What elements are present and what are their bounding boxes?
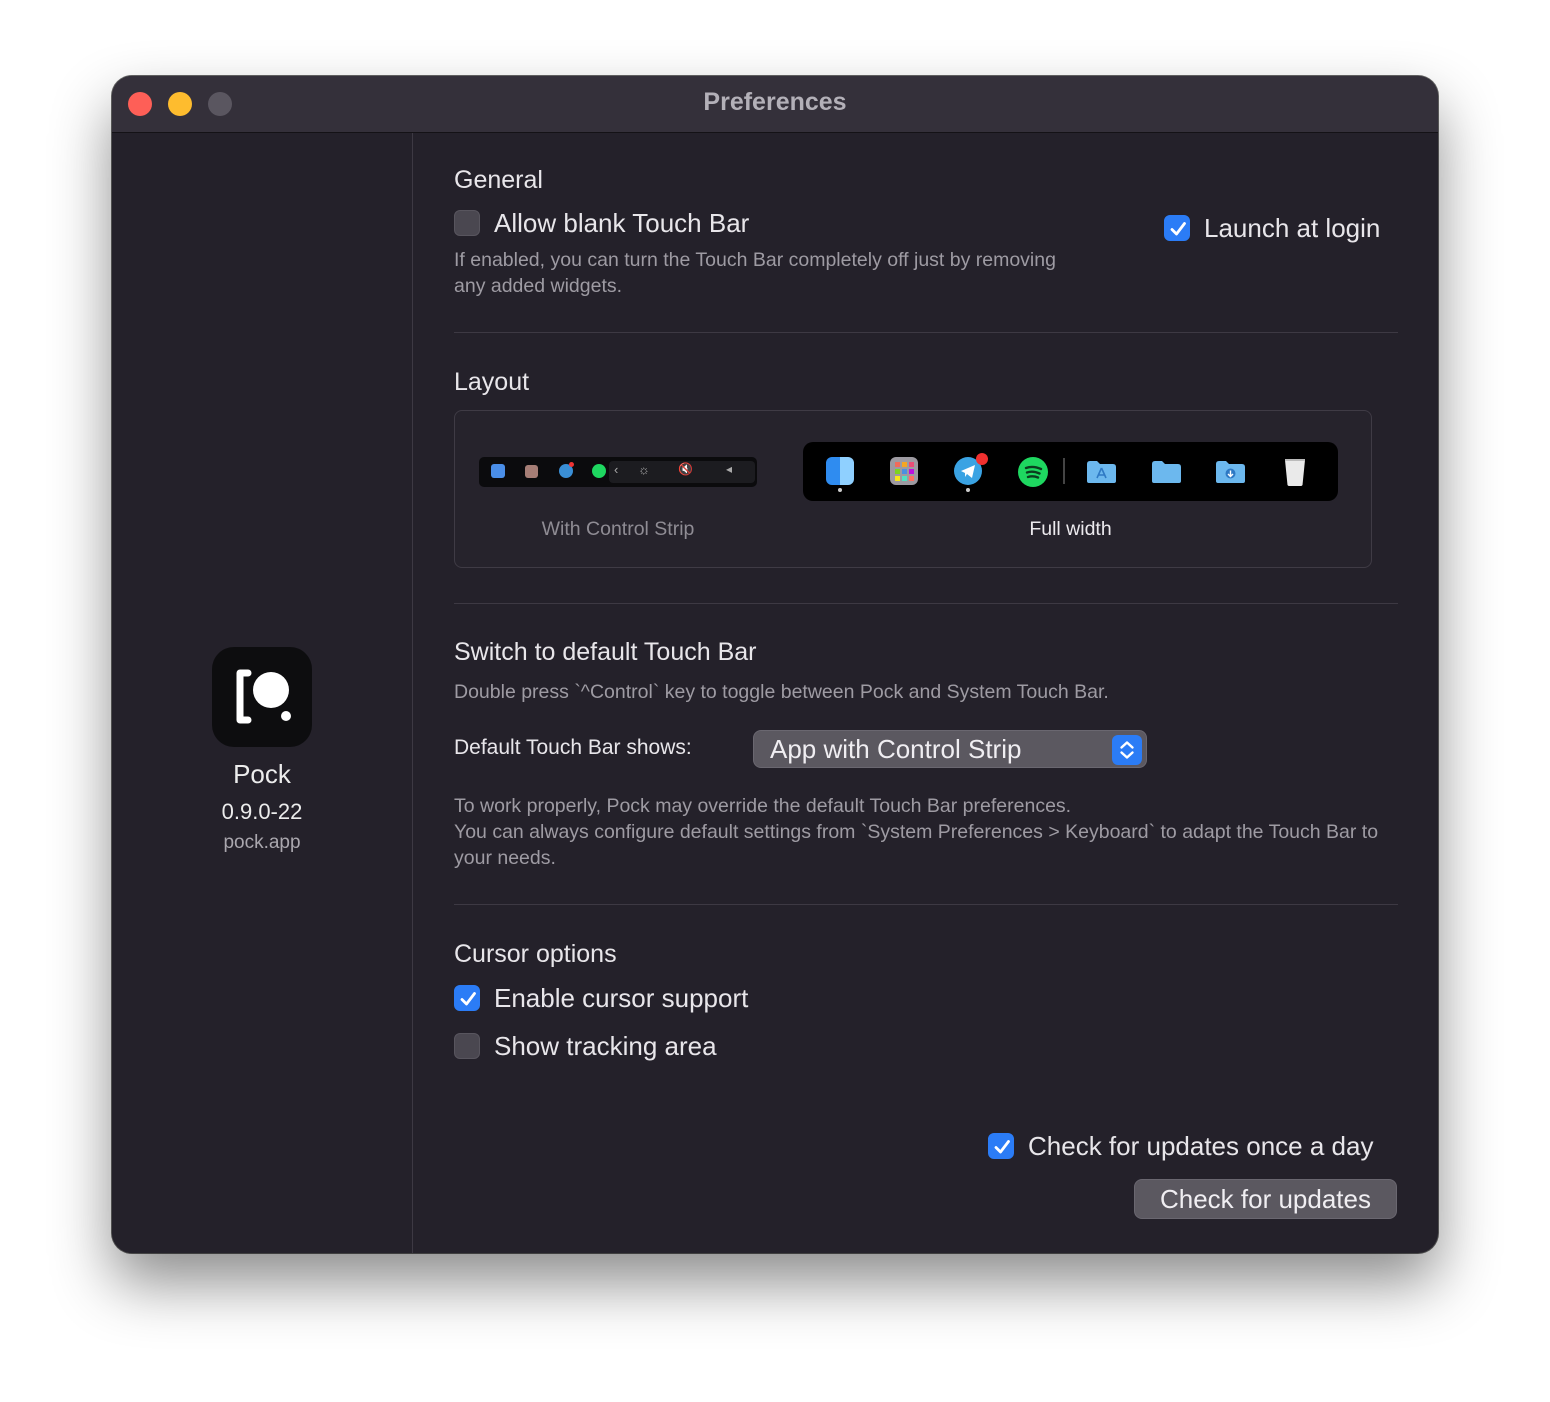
layout-option-full-width-label[interactable]: Full width [803,518,1338,541]
show-tracking-area-checkbox[interactable] [454,1033,480,1059]
section-title-cursor: Cursor options [454,940,617,968]
mute-icon: 🔇 [678,462,693,476]
launchpad-icon [525,465,538,478]
full-width-preview[interactable] [803,442,1338,501]
override-note: To work properly, Pock may override the … [454,795,1379,869]
documents-folder-icon [1151,460,1182,484]
finder-icon [826,457,854,485]
collapse-chevron-icon: ‹ [614,462,619,477]
spotify-icon [592,464,606,478]
launch-at-login-label[interactable]: Launch at login [1204,213,1380,244]
app-name: Pock [233,759,291,789]
launch-at-login-checkbox[interactable] [1164,215,1190,241]
running-indicator [838,488,842,492]
preferences-content: General Allow blank Touch Bar If enabled… [454,76,1398,1253]
enable-cursor-label[interactable]: Enable cursor support [494,983,748,1014]
layout-option-control-strip-label[interactable]: With Control Strip [479,518,757,541]
divider [454,332,1398,333]
allow-blank-label[interactable]: Allow blank Touch Bar [494,208,749,239]
checkmark-icon [994,1140,1010,1154]
finder-icon [491,464,505,478]
pock-app-icon [212,647,312,747]
applications-folder-icon [1086,460,1117,484]
notification-badge-icon [569,462,574,467]
trash-icon [1283,457,1307,487]
default-touch-bar-value: App with Control Strip [770,734,1022,764]
notification-badge-icon [976,453,988,465]
check-for-updates-button[interactable]: Check for updates [1134,1179,1397,1219]
dock-separator [1063,458,1065,484]
auto-update-checkbox[interactable] [988,1133,1014,1159]
default-touch-bar-select[interactable]: App with Control Strip [753,730,1147,768]
volume-icon: ◂ [726,462,733,476]
section-title-general: General [454,166,543,194]
switch-description: Double press `^Control` key to toggle be… [454,681,1109,703]
show-tracking-area-label[interactable]: Show tracking area [494,1031,717,1062]
downloads-folder-icon [1215,460,1246,484]
auto-update-label[interactable]: Check for updates once a day [1028,1131,1373,1162]
enable-cursor-checkbox[interactable] [454,985,480,1011]
preferences-window: Preferences Pock 0.9.0-22 pock.app Gener… [112,76,1438,1253]
app-website[interactable]: pock.app [112,832,412,854]
app-version: 0.9.0-22 [221,799,303,824]
layout-options-box: ‹ ☼ 🔇 ◂ With Control Strip Full width [454,410,1372,568]
brightness-icon: ☼ [638,462,650,477]
up-down-chevron-icon [1112,735,1142,765]
spotify-icon [1018,457,1048,487]
checkmark-icon [460,992,476,1006]
divider [454,904,1398,905]
running-indicator [966,488,970,492]
default-touch-bar-label: Default Touch Bar shows: [454,736,692,759]
checkmark-icon [1170,222,1186,236]
allow-blank-checkbox[interactable] [454,210,480,236]
control-strip-preview[interactable]: ‹ ☼ 🔇 ◂ [479,457,757,487]
launchpad-icon [890,457,918,485]
divider [454,603,1398,604]
section-title-switch: Switch to default Touch Bar [454,638,757,666]
allow-blank-description: If enabled, you can turn the Touch Bar c… [454,249,1056,297]
section-title-layout: Layout [454,368,530,396]
sidebar: Pock 0.9.0-22 pock.app [112,133,413,1253]
